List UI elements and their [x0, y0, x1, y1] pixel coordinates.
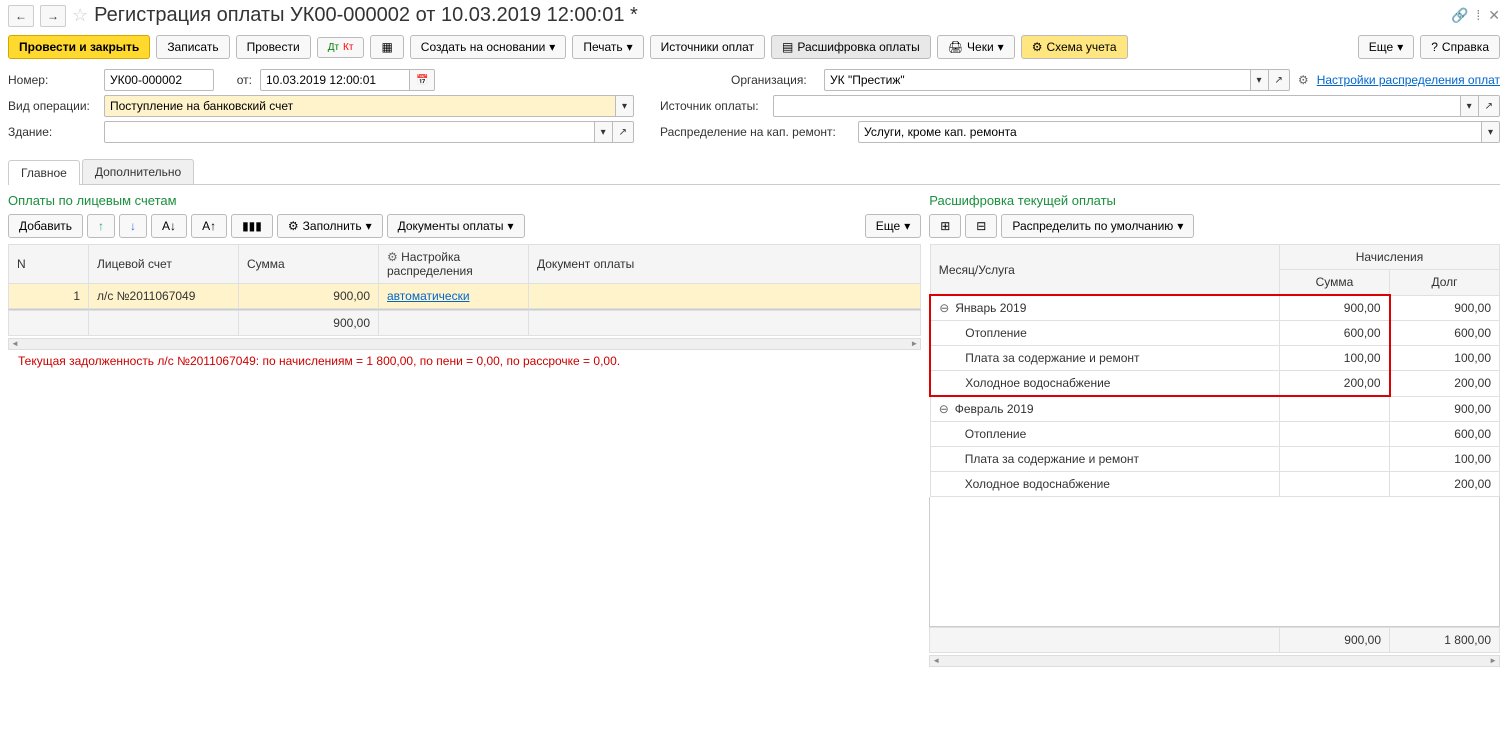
op-type-label: Вид операции:: [8, 99, 96, 113]
more-button[interactable]: Еще ▾: [1358, 35, 1414, 59]
left-total: 900,00: [239, 311, 379, 336]
chevron-down-icon[interactable]: ▾: [595, 121, 613, 143]
col-sum[interactable]: Сумма: [239, 245, 379, 284]
sort-asc-button[interactable]: A↓: [151, 214, 187, 238]
building-label: Здание:: [8, 125, 96, 139]
left-more-button[interactable]: Еще ▾: [865, 214, 921, 238]
tree-row[interactable]: ⊖Февраль 2019900,00: [930, 396, 1499, 422]
tab-main[interactable]: Главное: [8, 160, 80, 185]
chevron-down-icon: ▾: [904, 219, 910, 233]
payment-breakdown-button[interactable]: ▤ Расшифровка оплаты: [771, 35, 931, 59]
expand-button[interactable]: ⊞: [929, 214, 961, 238]
org-input[interactable]: [824, 69, 1251, 91]
page-title: Регистрация оплаты УК00-000002 от 10.03.…: [94, 4, 1445, 27]
col-month[interactable]: Месяц/Услуга: [930, 245, 1279, 296]
org-label: Организация:: [731, 73, 816, 87]
table-row[interactable]: 1л/с №2011067049900,00автоматически: [9, 284, 921, 309]
col-n[interactable]: N: [9, 245, 89, 284]
fill-button[interactable]: ⚙ Заполнить ▾: [277, 214, 383, 238]
barcode-button[interactable]: ▮▮▮: [231, 214, 273, 238]
right-panel-title: Расшифровка текущей оплаты: [929, 193, 1500, 208]
nav-back-button[interactable]: ←: [8, 5, 34, 27]
date-input[interactable]: [260, 69, 410, 91]
right-total-sum: 900,00: [1280, 628, 1390, 653]
dist-input[interactable]: [858, 121, 1482, 143]
tree-row[interactable]: ⊖Январь 2019900,00900,00: [930, 295, 1499, 321]
payment-sources-button[interactable]: Источники оплат: [650, 35, 765, 59]
number-input[interactable]: [104, 69, 214, 91]
close-icon[interactable]: ✕: [1488, 7, 1500, 24]
scheme-button[interactable]: ⚙ Схема учета: [1021, 35, 1128, 59]
number-label: Номер:: [8, 73, 96, 87]
chevron-down-icon: ▾: [1397, 40, 1403, 54]
chevron-down-icon[interactable]: ▾: [1461, 95, 1479, 117]
left-scrollbar[interactable]: [8, 338, 921, 350]
tree-row[interactable]: Отопление600,00600,00: [930, 321, 1499, 346]
open-icon[interactable]: ↗: [1269, 69, 1290, 91]
sort-desc-button[interactable]: A↑: [191, 214, 227, 238]
status-line: Текущая задолженность л/с №2011067049: п…: [8, 350, 921, 372]
tree-row[interactable]: Холодное водоснабжение200,00200,00: [930, 371, 1499, 397]
open-icon[interactable]: ↗: [1479, 95, 1500, 117]
move-up-button[interactable]: ↑: [87, 214, 115, 238]
building-input[interactable]: [104, 121, 595, 143]
tree-row[interactable]: Плата за содержание и ремонт100,00100,00: [930, 346, 1499, 371]
left-panel-title: Оплаты по лицевым счетам: [8, 193, 921, 208]
post-button[interactable]: Провести: [236, 35, 311, 59]
create-based-button[interactable]: Создать на основании ▾: [410, 35, 567, 59]
chevron-down-icon: ▾: [627, 40, 633, 54]
chevron-down-icon: ▾: [998, 40, 1004, 54]
chevron-down-icon: ▾: [366, 219, 372, 233]
col-sum2[interactable]: Сумма: [1280, 270, 1390, 296]
tree-row[interactable]: Холодное водоснабжение200,00: [930, 472, 1499, 497]
calendar-icon[interactable]: 📅: [410, 69, 435, 91]
help-button[interactable]: ? Справка: [1420, 35, 1500, 59]
pay-docs-button[interactable]: Документы оплаты ▾: [387, 214, 525, 238]
collapse-button[interactable]: ⊟: [965, 214, 997, 238]
pin-icon[interactable]: ⁞: [1476, 7, 1480, 24]
chevron-down-icon: ▾: [549, 40, 555, 54]
dist-settings-link[interactable]: Настройки распределения оплат: [1317, 73, 1500, 87]
col-dist[interactable]: ⚙ Настройка распределения: [379, 245, 529, 284]
tab-extra[interactable]: Дополнительно: [82, 159, 194, 184]
source-input[interactable]: [773, 95, 1461, 117]
nav-forward-button[interactable]: →: [40, 5, 66, 27]
dist-label: Распределение на кап. ремонт:: [660, 125, 850, 139]
checks-button[interactable]: 🖨 Чеки ▾: [937, 35, 1015, 59]
col-acc[interactable]: Лицевой счет: [89, 245, 239, 284]
struct-button[interactable]: ▦: [370, 35, 403, 59]
op-type-input[interactable]: [104, 95, 616, 117]
open-icon[interactable]: ↗: [613, 121, 634, 143]
save-button[interactable]: Записать: [156, 35, 229, 59]
right-scrollbar[interactable]: [929, 655, 1500, 667]
gear-icon[interactable]: ⚙: [1298, 73, 1309, 87]
chevron-down-icon[interactable]: ▾: [1482, 121, 1500, 143]
print-button[interactable]: Печать ▾: [572, 35, 643, 59]
chevron-down-icon: ▾: [1177, 219, 1183, 233]
chevron-down-icon[interactable]: ▾: [1251, 69, 1269, 91]
star-icon[interactable]: ☆: [72, 5, 88, 26]
tree-row[interactable]: Плата за содержание и ремонт100,00: [930, 447, 1499, 472]
col-doc[interactable]: Документ оплаты: [529, 245, 921, 284]
chevron-down-icon: ▾: [508, 219, 514, 233]
dtk-button[interactable]: ДтКт: [317, 37, 365, 58]
from-label: от:: [222, 73, 252, 87]
chevron-down-icon[interactable]: ▾: [616, 95, 634, 117]
post-and-close-button[interactable]: Провести и закрыть: [8, 35, 150, 59]
col-debt[interactable]: Долг: [1390, 270, 1500, 296]
link-icon[interactable]: 🔗: [1451, 7, 1468, 24]
move-down-button[interactable]: ↓: [119, 214, 147, 238]
col-accr[interactable]: Начисления: [1280, 245, 1500, 270]
right-total-debt: 1 800,00: [1390, 628, 1500, 653]
tree-row[interactable]: Отопление600,00: [930, 422, 1499, 447]
source-label: Источник оплаты:: [660, 99, 765, 113]
dist-default-button[interactable]: Распределить по умолчанию ▾: [1001, 214, 1194, 238]
add-button[interactable]: Добавить: [8, 214, 83, 238]
